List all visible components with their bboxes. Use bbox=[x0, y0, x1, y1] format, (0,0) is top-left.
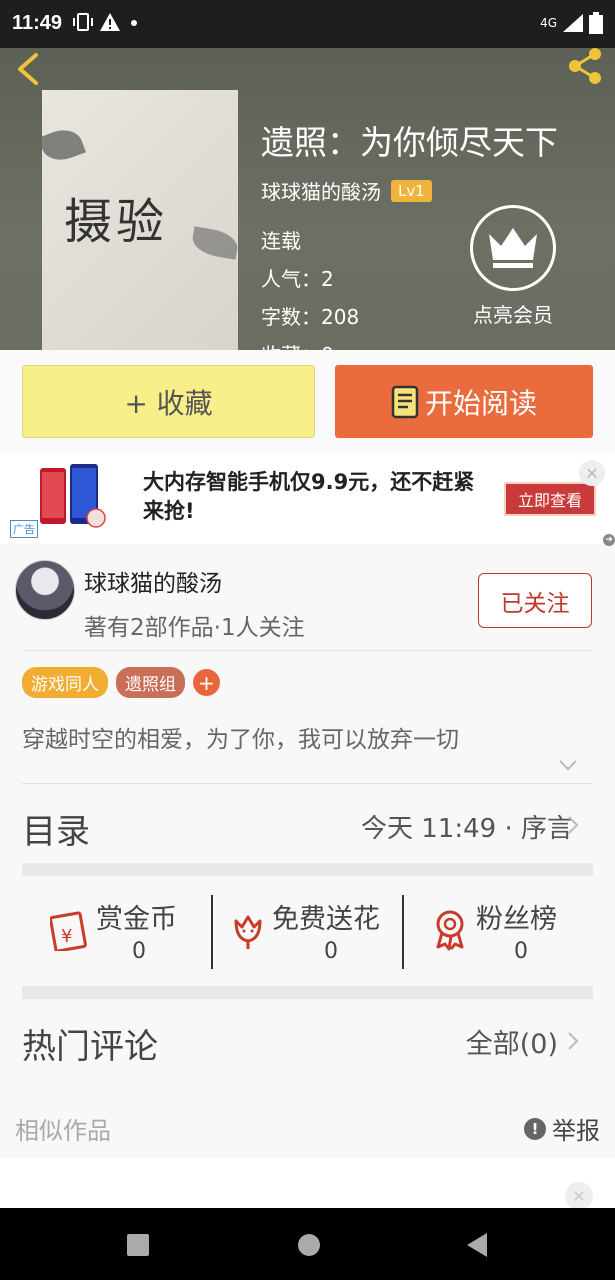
stat-divider bbox=[211, 895, 213, 969]
stat-label: 粉丝榜 bbox=[476, 904, 557, 935]
avatar[interactable] bbox=[15, 560, 75, 620]
hot-comments-label: 热门评论 bbox=[22, 1027, 158, 1067]
back-nav-icon[interactable] bbox=[465, 1231, 489, 1259]
ad-banner[interactable]: 广告 大内存智能手机仅9.9元，还不赶紧来抢! 立即查看 ✕ ➜ bbox=[0, 452, 615, 546]
back-arrow-icon[interactable] bbox=[14, 52, 44, 86]
stat-value: 0 bbox=[132, 939, 146, 964]
vip-button[interactable]: 点亮会员 bbox=[470, 205, 556, 328]
cover-leaf-decoration bbox=[190, 226, 238, 260]
author-card-name[interactable]: 球球猫的酸汤 bbox=[84, 564, 222, 598]
stat-reward-coins[interactable]: ¥ 赏金币 0 bbox=[50, 895, 190, 969]
book-meta: 连载 人气：2 字数：208 收藏：0 bbox=[261, 222, 359, 350]
vip-label: 点亮会员 bbox=[473, 303, 553, 327]
cover-title: 摄验 bbox=[64, 194, 169, 250]
tag-list: 游戏同人 遗照组 + bbox=[22, 667, 220, 698]
home-icon[interactable] bbox=[297, 1233, 321, 1257]
network-type: 4G bbox=[540, 16, 557, 30]
chevron-right-icon[interactable] bbox=[566, 814, 580, 836]
book-icon bbox=[391, 385, 419, 418]
divider bbox=[22, 650, 593, 651]
level-badge: Lv1 bbox=[391, 179, 432, 202]
ad-tag: 广告 bbox=[10, 520, 38, 538]
battery-icon bbox=[589, 12, 603, 34]
book-title: 遗照：为你倾尽天下 bbox=[261, 123, 558, 162]
ad-view-button[interactable]: 立即查看 bbox=[504, 482, 596, 516]
author-card: 球球猫的酸汤 著有2部作品·1人关注 已关注 bbox=[0, 544, 615, 650]
tag-item[interactable]: 遗照组 bbox=[116, 667, 185, 698]
stat-value: 0 bbox=[324, 939, 338, 964]
meta-favorites: 收藏：0 bbox=[261, 336, 359, 350]
status-time: 11:49 bbox=[12, 12, 63, 34]
svg-text:¥: ¥ bbox=[61, 926, 72, 947]
ribbon-award-icon bbox=[436, 910, 464, 951]
status-icons bbox=[72, 10, 152, 39]
system-nav-bar bbox=[0, 1208, 615, 1280]
stat-free-flowers[interactable]: 免费送花 0 bbox=[228, 895, 398, 969]
meta-status: 连载 bbox=[261, 229, 301, 253]
phone-product-image bbox=[40, 464, 106, 528]
report-button[interactable]: ! 举报 bbox=[524, 1111, 600, 1146]
follow-button[interactable]: 已关注 bbox=[478, 573, 592, 628]
author-row: 球球猫的酸汤 Lv1 bbox=[261, 176, 432, 205]
recents-icon[interactable] bbox=[127, 1234, 149, 1256]
section-separator bbox=[22, 863, 593, 876]
favorite-button[interactable]: + 收藏 bbox=[22, 365, 315, 438]
bottom-ad-area: ✕ bbox=[0, 1158, 615, 1210]
cover-leaf-decoration bbox=[42, 124, 86, 166]
meta-popularity: 人气：2 bbox=[261, 267, 334, 291]
stat-value: 0 bbox=[514, 939, 528, 964]
book-header: 摄验 遗照：为你倾尽天下 球球猫的酸汤 Lv1 连载 人气：2 字数：208 收… bbox=[0, 48, 615, 350]
divider bbox=[22, 783, 593, 784]
stat-fan-ranking[interactable]: 粉丝榜 0 bbox=[432, 895, 572, 969]
report-label: 举报 bbox=[552, 1117, 600, 1145]
red-envelope-icon: ¥ bbox=[50, 911, 87, 951]
catalog-label[interactable]: 目录 bbox=[22, 804, 90, 853]
meta-word-count: 字数：208 bbox=[261, 305, 360, 329]
book-intro[interactable]: 穿越时空的相爱，为了你，我可以放弃一切 bbox=[22, 720, 459, 754]
author-name[interactable]: 球球猫的酸汤 bbox=[261, 176, 381, 205]
ad-close-icon[interactable]: ✕ bbox=[579, 460, 605, 486]
chevron-right-icon[interactable] bbox=[566, 1030, 580, 1052]
section-separator bbox=[22, 986, 593, 999]
status-right: 4G bbox=[540, 12, 603, 34]
stat-divider bbox=[402, 895, 404, 969]
similar-works-label: 相似作品 bbox=[15, 1117, 111, 1145]
stat-label: 免费送花 bbox=[272, 904, 380, 935]
all-comments-link[interactable]: 全部(0) bbox=[466, 1022, 558, 1061]
ad-text: 大内存智能手机仅9.9元，还不赶紧来抢! bbox=[143, 470, 475, 523]
tag-item[interactable]: 游戏同人 bbox=[22, 667, 108, 698]
chevron-down-icon[interactable] bbox=[558, 758, 578, 772]
status-bar: 11:49 4G bbox=[0, 0, 615, 48]
close-icon[interactable]: ✕ bbox=[565, 1182, 593, 1210]
action-bar: + 收藏 开始阅读 bbox=[0, 350, 615, 452]
vibrate-warning-icon bbox=[73, 13, 137, 31]
crown-icon bbox=[489, 228, 537, 268]
book-cover[interactable]: 摄验 bbox=[42, 90, 238, 350]
share-icon[interactable] bbox=[565, 48, 605, 84]
vip-circle bbox=[470, 205, 556, 291]
signal-icon bbox=[563, 14, 583, 32]
author-card-subtitle: 著有2部作品·1人关注 bbox=[84, 615, 305, 641]
flower-icon bbox=[234, 915, 262, 949]
start-reading-button[interactable]: 开始阅读 bbox=[335, 365, 593, 438]
report-icon: ! bbox=[524, 1117, 546, 1140]
start-reading-label: 开始阅读 bbox=[424, 386, 537, 420]
catalog-latest[interactable]: 今天 11:49 · 序言 bbox=[361, 808, 573, 845]
add-tag-button[interactable]: + bbox=[193, 669, 220, 696]
stat-label: 赏金币 bbox=[96, 904, 177, 935]
